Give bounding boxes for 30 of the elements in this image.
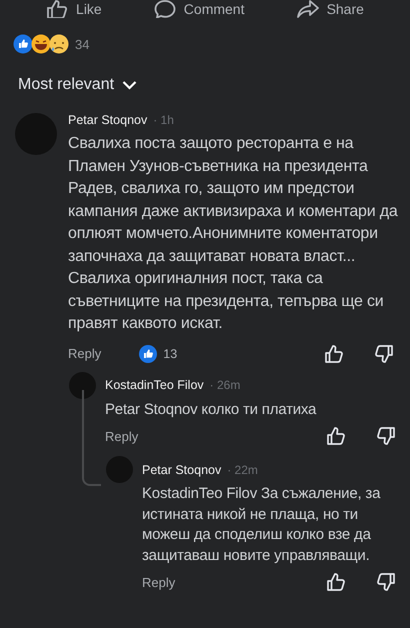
like-count: 13 [163,346,178,360]
comment-time: · 1h [153,113,174,127]
reply-button[interactable]: Reply [142,574,176,590]
thumbs-down-icon[interactable] [376,572,396,592]
reaction-emoji-drawing[interactable] [13,34,71,54]
comment-author[interactable]: Petar Stoqnov [68,113,148,127]
like-button[interactable]: Like [46,0,102,18]
comment-button[interactable]: Comment [154,0,244,18]
share-button[interactable]: Share [296,0,364,18]
comment-time: · 22m [227,462,258,476]
chevron-down-icon [122,80,138,90]
speech-bubble-icon [154,0,176,18]
comment-author[interactable]: KostadinTeo Filov [105,378,204,392]
comment-text: Свалиха поста защото ресторанта е на Пламен Узунов-съветника на президента Радев, свалиха го, защото им предстои кампания даже активизираха и коментари да оплюят момчето.Анонимните коментатори започнаха да защитават новата власт... Свалиха оригиналния пост, така са съветниците на президента, тепърва ще си правят каквото искат. [68,134,399,334]
thumbs-up-icon[interactable] [326,426,346,446]
like-badge-icon [139,344,158,362]
comment-author[interactable]: Petar Stoqnov [142,462,222,476]
thumbs-up-icon[interactable] [324,344,344,364]
reply-button[interactable]: Reply [105,428,138,444]
sort-dropdown[interactable]: Most relevant [18,76,138,94]
thumbs-up-icon [46,0,68,18]
thumbs-down-icon[interactable] [374,344,394,364]
reaction-count[interactable]: 34 [75,36,90,52]
comment-text: KostadinTeo Filov За съжаление, за истината никой не плаща, но ти можеш да споделиш колко взе да защитаваш новите управляващи. [142,484,382,566]
reply-button[interactable]: Reply [68,346,102,361]
thumbs-up-icon[interactable] [326,572,346,592]
thumbs-down-icon[interactable] [376,426,396,446]
comment-text: Petar Stoqnov колко ти платиха [105,400,318,420]
share-arrow-icon [296,0,319,18]
comment-time: · 26m [210,378,240,392]
